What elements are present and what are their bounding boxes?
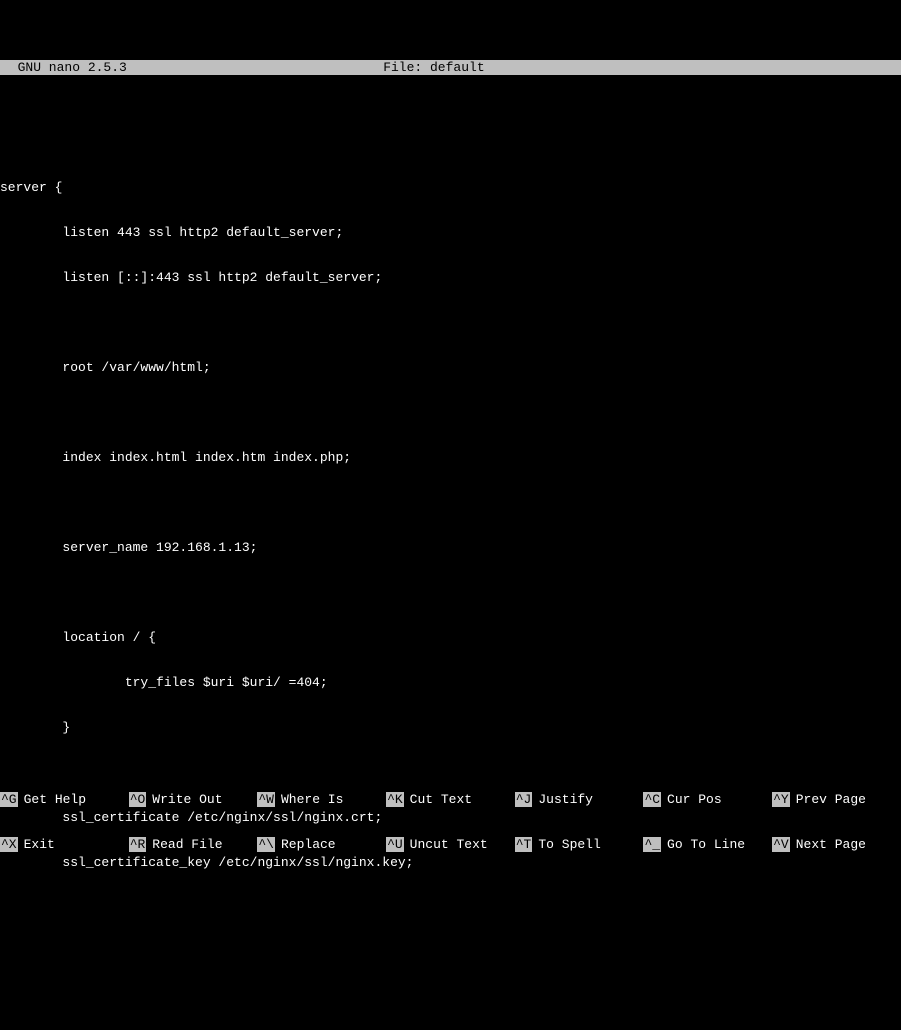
shortcut-key: ^C <box>643 792 661 807</box>
shortcut-uncut-text[interactable]: ^U Uncut Text <box>386 837 515 852</box>
shortcut-read-file[interactable]: ^R Read File <box>129 837 258 852</box>
shortcut-key: ^T <box>515 837 533 852</box>
shortcut-label: Next Page <box>796 837 866 852</box>
shortcut-write-out[interactable]: ^O Write Out <box>129 792 258 807</box>
code-line: index index.html index.htm index.php; <box>0 450 901 465</box>
shortcut-key: ^J <box>515 792 533 807</box>
code-line: server { <box>0 180 901 195</box>
shortcut-label: Go To Line <box>667 837 745 852</box>
title-bar: GNU nano 2.5.3 File: default <box>0 60 901 75</box>
shortcut-label: Cut Text <box>410 792 472 807</box>
shortcut-key: ^Y <box>772 792 790 807</box>
app-name: GNU nano 2.5.3 <box>0 60 127 75</box>
code-line <box>0 135 901 150</box>
code-line: listen 443 ssl http2 default_server; <box>0 225 901 240</box>
shortcut-go-to-line[interactable]: ^_ Go To Line <box>643 837 772 852</box>
shortcut-justify[interactable]: ^J Justify <box>515 792 644 807</box>
shortcut-row-1: ^G Get Help ^O Write Out ^W Where Is ^K Cut … <box>0 792 901 807</box>
shortcut-cur-pos[interactable]: ^C Cur Pos <box>643 792 772 807</box>
code-line: listen [::]:443 ssl http2 default_server… <box>0 270 901 285</box>
shortcut-label: To Spell <box>538 837 600 852</box>
shortcut-row-2: ^X Exit ^R Read File ^\ Replace ^U Uncut Tex… <box>0 837 901 852</box>
shortcut-label: Read File <box>152 837 222 852</box>
shortcut-exit[interactable]: ^X Exit <box>0 837 129 852</box>
shortcut-key: ^_ <box>643 837 661 852</box>
code-line: try_files $uri $uri/ =404; <box>0 675 901 690</box>
code-line: server_name 192.168.1.13; <box>0 540 901 555</box>
shortcut-replace[interactable]: ^\ Replace <box>257 837 386 852</box>
code-line <box>0 495 901 510</box>
shortcut-bar: ^G Get Help ^O Write Out ^W Where Is ^K Cut … <box>0 762 901 867</box>
shortcut-key: ^G <box>0 792 18 807</box>
shortcut-key: ^R <box>129 837 147 852</box>
code-line: location / { <box>0 630 901 645</box>
shortcut-label: Get Help <box>24 792 86 807</box>
code-line: } <box>0 720 901 735</box>
code-line <box>0 315 901 330</box>
file-name: File: default <box>127 60 741 75</box>
shortcut-label: Cur Pos <box>667 792 722 807</box>
shortcut-key: ^V <box>772 837 790 852</box>
code-line <box>0 405 901 420</box>
shortcut-key: ^U <box>386 837 404 852</box>
shortcut-to-spell[interactable]: ^T To Spell <box>515 837 644 852</box>
shortcut-key: ^K <box>386 792 404 807</box>
shortcut-where-is[interactable]: ^W Where Is <box>257 792 386 807</box>
shortcut-key: ^W <box>257 792 275 807</box>
shortcut-get-help[interactable]: ^G Get Help <box>0 792 129 807</box>
code-line: root /var/www/html; <box>0 360 901 375</box>
shortcut-next-page[interactable]: ^V Next Page <box>772 837 901 852</box>
shortcut-cut-text[interactable]: ^K Cut Text <box>386 792 515 807</box>
shortcut-label: Justify <box>538 792 593 807</box>
shortcut-prev-page[interactable]: ^Y Prev Page <box>772 792 901 807</box>
shortcut-label: Prev Page <box>796 792 866 807</box>
shortcut-label: Uncut Text <box>410 837 488 852</box>
shortcut-label: Exit <box>24 837 55 852</box>
shortcut-label: Write Out <box>152 792 222 807</box>
shortcut-key: ^\ <box>257 837 275 852</box>
shortcut-key: ^O <box>129 792 147 807</box>
title-right <box>741 60 901 75</box>
shortcut-label: Replace <box>281 837 336 852</box>
shortcut-key: ^X <box>0 837 18 852</box>
code-line <box>0 900 901 915</box>
shortcut-label: Where Is <box>281 792 343 807</box>
code-line <box>0 585 901 600</box>
